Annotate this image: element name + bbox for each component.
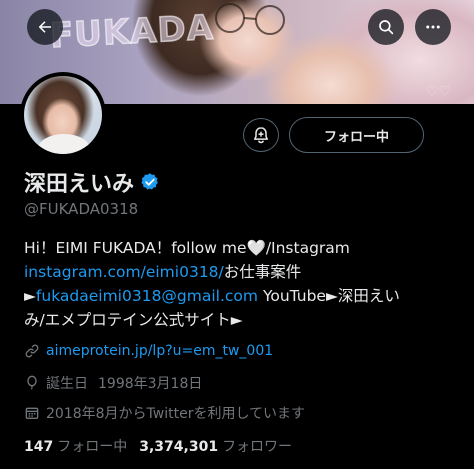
- website-row: aimeprotein.jp/lp?u=em_tw_001: [24, 343, 273, 359]
- following-label: フォロー中: [57, 439, 128, 455]
- bio-line-2: instagram.com/eimi0318/お仕事案件: [24, 260, 454, 284]
- bio-line-3: ►fukadaeimi0318@gmail.com YouTube►深田えい: [24, 284, 454, 308]
- heart-emoji: 🤍: [246, 239, 266, 257]
- follow-stats: 147 フォロー中 3,374,301 フォロワー: [24, 436, 304, 456]
- birthday-label: 誕生日: [46, 376, 88, 392]
- arrow-glyph: ►: [24, 287, 36, 305]
- joined-row: 2018年8月からTwitterを利用しています: [24, 403, 305, 423]
- name-row: 深田えいみ: [24, 166, 160, 198]
- following-count: 147: [24, 439, 54, 455]
- bio-text: お仕事案件: [223, 263, 302, 281]
- user-handle: @FUKADA0318: [24, 200, 139, 218]
- notification-button[interactable]: [243, 118, 279, 152]
- banner-glasses: [215, 3, 285, 35]
- calendar-icon: [25, 407, 39, 419]
- bell-plus-icon: [254, 127, 268, 144]
- followers-count: 3,374,301: [139, 439, 219, 455]
- display-name: 深田えいみ: [24, 172, 135, 197]
- more-button[interactable]: [415, 9, 451, 45]
- bio-text: YouTube►深田えい: [258, 287, 400, 305]
- following-stat[interactable]: 147 フォロー中: [24, 436, 139, 456]
- arrow-left-icon: [38, 21, 51, 33]
- bio: Hi！EIMI FUKADA！follow me🤍/Instagram inst…: [24, 236, 454, 332]
- bio-line-4: み/エメプロテイン公式サイト►: [24, 311, 243, 329]
- birthday-date: 1998年3月18日: [98, 376, 203, 392]
- banner-text: FUKADA: [48, 7, 215, 57]
- balloon-icon: [27, 375, 37, 391]
- website-link[interactable]: aimeprotein.jp/lp?u=em_tw_001: [46, 343, 273, 359]
- instagram-link[interactable]: instagram.com/eimi0318/: [24, 263, 224, 281]
- bio-text: /Instagram: [265, 239, 350, 257]
- followers-label: フォロワー: [222, 439, 293, 455]
- followers-stat[interactable]: 3,374,301 フォロワー: [139, 436, 304, 456]
- back-button[interactable]: [27, 9, 63, 45]
- search-button[interactable]: [368, 9, 404, 45]
- following-button[interactable]: フォロー中: [289, 117, 424, 153]
- search-icon: [379, 20, 394, 35]
- link-icon: [25, 344, 39, 358]
- bio-line-1: Hi！EIMI FUKADA！follow me🤍/Instagram: [24, 236, 454, 260]
- verified-badge-icon[interactable]: [140, 172, 160, 192]
- bio-text: Hi！EIMI FUKADA！follow me: [24, 239, 247, 257]
- email-link[interactable]: fukadaeimi0318@gmail.com: [36, 287, 258, 305]
- birthday-row: 誕生日 1998年3月18日: [24, 373, 202, 393]
- more-horizontal-icon: [426, 25, 440, 29]
- avatar-shirt: [38, 134, 90, 154]
- avatar: [24, 76, 102, 154]
- avatar-container[interactable]: [20, 72, 106, 158]
- joined-date: 2018年8月からTwitterを利用しています: [46, 406, 306, 422]
- banner-hearts: ♡♡: [426, 84, 452, 100]
